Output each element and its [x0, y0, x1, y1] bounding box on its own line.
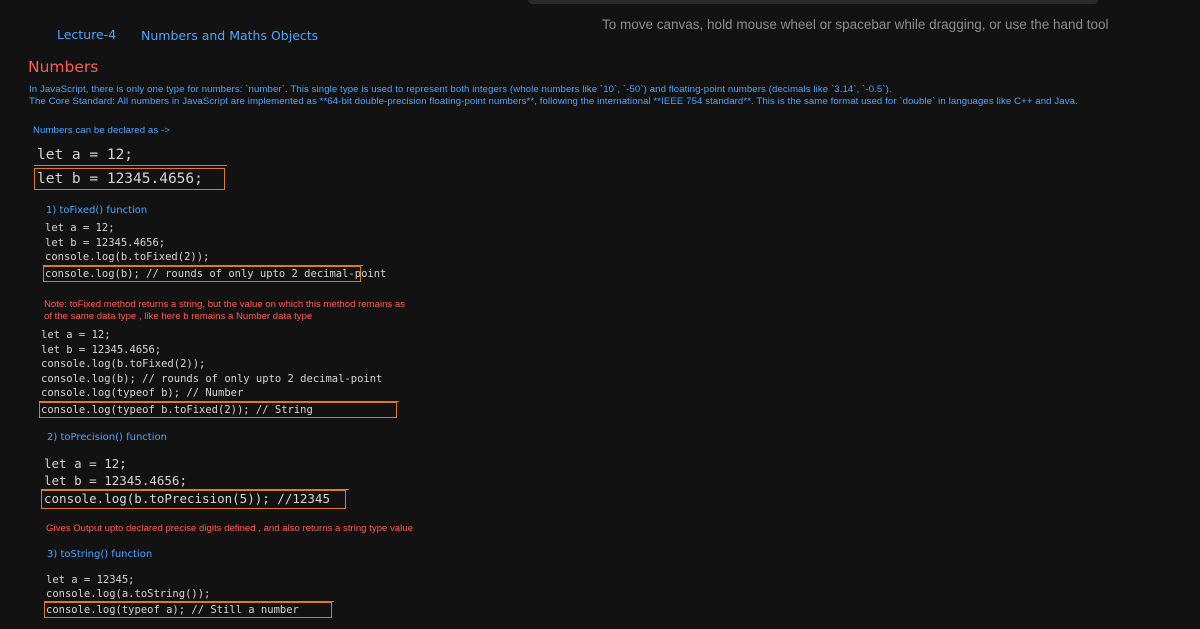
intro-line-2: The Core Standard: All numbers in JavaSc… [29, 96, 1078, 107]
code-line: let a = 12; [41, 329, 111, 341]
tofixed-heading: 1) toFixed() function [46, 205, 148, 216]
code-line: let a = 12345; [46, 574, 135, 586]
numbers-heading: Numbers [28, 58, 99, 76]
tofixed-note-line-1: Note: toFixed method returns a string, b… [44, 299, 406, 310]
code-line: let a = 12; [34, 145, 227, 166]
code-line-highlighted: console.log(typeof a); // Still a number [44, 602, 332, 618]
page-title: Numbers and Maths Objects [141, 28, 319, 43]
tofixed-code-block: let a = 12; let b = 12345.4656; console.… [43, 221, 386, 282]
code-line: console.log(b.toFixed(2)); [43, 250, 363, 266]
toprecision-note: Gives Output upto declared precise digit… [46, 523, 413, 534]
toprecision-code-block: let a = 12; let b = 12345.4656; console.… [41, 456, 349, 509]
code-line: let a = 12; [44, 456, 127, 471]
code-line: let b = 12345.4656; [41, 473, 349, 490]
code-line-highlighted: let b = 12345.4656; [34, 168, 225, 190]
intro-line-1: In JavaScript, there is only one type fo… [29, 84, 892, 95]
tofixed-typeof-code-block: let a = 12; let b = 12345.4656; console.… [39, 328, 399, 418]
code-line: let a = 12; [45, 222, 115, 234]
tostring-code-block: let a = 12345; console.log(a.toString())… [44, 573, 334, 618]
code-line: console.log(a.toString()); [44, 587, 334, 602]
lecture-label: Lecture-4 [57, 27, 117, 42]
tofixed-note-line-2: of the same data type , like here b rema… [44, 311, 313, 322]
tostring-heading: 3) toString() function [47, 549, 153, 560]
declared-note: Numbers can be declared as -> [33, 125, 171, 136]
declaration-code-block: let a = 12; let b = 12345.4656; [34, 145, 227, 190]
code-line: console.log(typeof b); // Number [39, 386, 399, 402]
code-line-highlighted: console.log(b); // rounds of only upto 2… [43, 265, 386, 282]
code-line-highlighted: console.log(typeof b.toFixed(2)); // Str… [39, 401, 397, 418]
code-line-highlighted: console.log(b.toPrecision(5)); //12345 [41, 490, 346, 509]
code-line: let b = 12345.4656; [45, 236, 166, 249]
code-line: let b = 12345.4656; [41, 343, 162, 356]
code-line: console.log(b); // rounds of only upto 2… [41, 372, 383, 385]
toprecision-heading: 2) toPrecision() function [47, 432, 167, 443]
code-line: console.log(b.toFixed(2)); [41, 358, 206, 370]
canvas-top-bar [528, 0, 1098, 4]
canvas-hint: To move canvas, hold mouse wheel or spac… [602, 17, 1109, 32]
